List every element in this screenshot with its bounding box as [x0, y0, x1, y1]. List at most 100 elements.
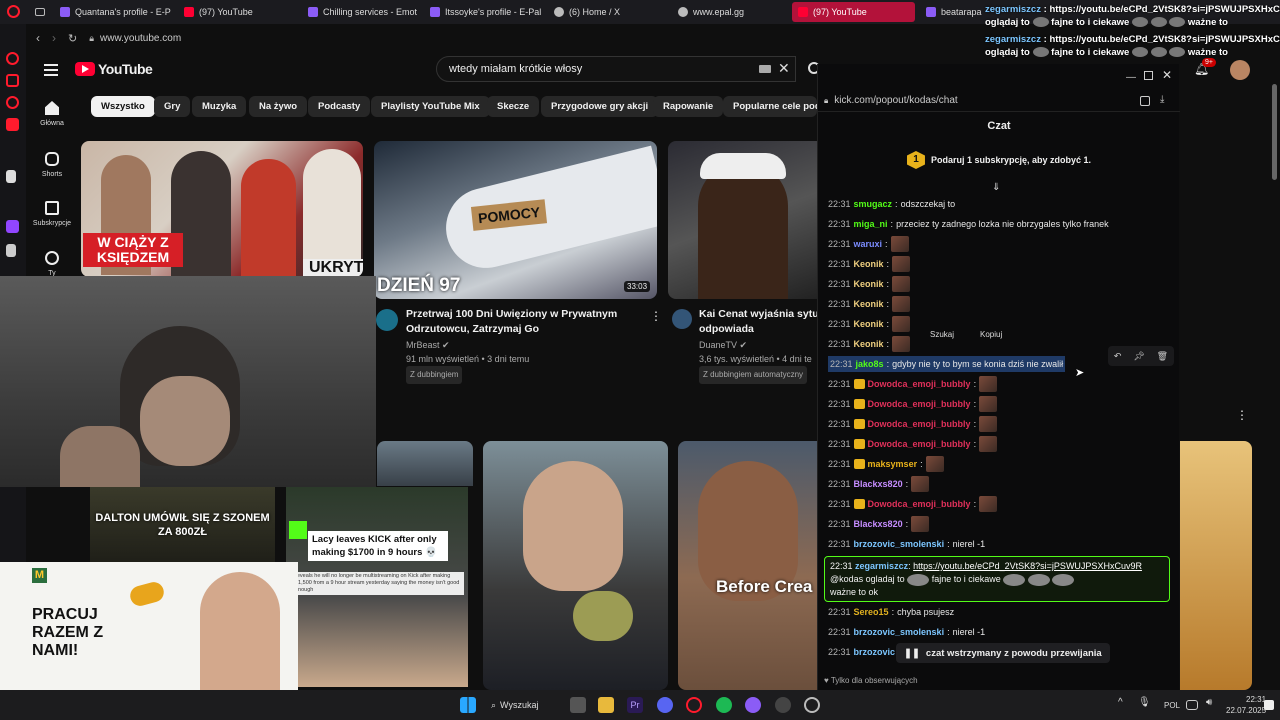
video-thumbnail[interactable]	[483, 441, 668, 690]
message-user[interactable]: brzozovic_smolenski	[854, 627, 945, 637]
keyboard-icon[interactable]	[759, 65, 771, 73]
instagram-icon[interactable]	[6, 74, 19, 87]
message-user[interactable]: Blackxs820	[854, 519, 903, 529]
twitch-icon[interactable]	[6, 220, 19, 233]
browser-tab[interactable]: www.epal.gg	[672, 2, 790, 22]
nav-shorts[interactable]: Shorts	[30, 152, 74, 178]
chat-message[interactable]: 22:31 brzozovic_smolenski: nierel -1	[828, 624, 985, 640]
x-icon[interactable]	[6, 244, 16, 257]
download-icon[interactable]: ⤓	[1160, 94, 1164, 105]
message-user[interactable]: Blackxs820	[854, 479, 903, 489]
forward-icon[interactable]: ›	[52, 31, 56, 45]
message-user[interactable]: Keonik	[854, 319, 884, 329]
tray-chevron-icon[interactable]: ^	[1118, 697, 1134, 713]
video-thumbnail[interactable]	[668, 141, 817, 299]
chat-message[interactable]: 22:31 jako8s: gdyby nie ty to bym se konia…	[828, 356, 1066, 372]
video-thumbnail[interactable]: W CIĄŻY Z KSIĘDZEM UKRYTA	[81, 141, 363, 277]
chat-message[interactable]: 22:31 brzozovic_smolenski: nierel -1	[828, 536, 985, 552]
chip[interactable]: Skecze	[487, 96, 540, 117]
chat-message[interactable]: 22:31 Dowodca_emoji_bubbly:	[828, 496, 998, 512]
nav-home[interactable]: Główna	[30, 101, 74, 127]
chip[interactable]: Muzyka	[192, 96, 247, 117]
message-user[interactable]: jako8s	[856, 359, 884, 369]
browser-tab[interactable]: Itssoyke's profile - E-Pal	[424, 2, 542, 22]
opera-logo-icon[interactable]	[7, 5, 20, 18]
message-user[interactable]: brzozovic	[854, 647, 896, 657]
taskbar-search[interactable]: ⌕ Wyszukaj	[491, 696, 538, 714]
browser-tab[interactable]: Chilling services - Emot	[302, 2, 420, 22]
browser-tab[interactable]: (97) YouTube	[178, 2, 296, 22]
browser-tab[interactable]: (6) Home / X	[548, 2, 666, 22]
channel-name[interactable]: MrBeast ✔	[406, 338, 529, 352]
chip[interactable]: Playlisty YouTube Mix	[371, 96, 490, 117]
browser-tab-active[interactable]: (97) YouTube	[792, 2, 915, 22]
video-thumbnail[interactable]: DALTON UMÓWIŁ SIĘ Z SZONEM ZA 800ZŁ	[90, 487, 275, 563]
message-link[interactable]: https://youtu.be/eCPd_2VtSK8?si=jPSWUJPS…	[913, 561, 1142, 571]
chat-message[interactable]: 22:31 Keonik:	[828, 296, 911, 312]
chat-message[interactable]: 22:31 Keonik:	[828, 256, 911, 272]
channel-avatar[interactable]	[672, 309, 692, 329]
message-user[interactable]: waruxi	[854, 239, 883, 249]
message-user[interactable]: Dowodca_emoji_bubbly	[868, 419, 971, 429]
chip-all[interactable]: Wszystko	[91, 96, 155, 117]
chip[interactable]: Na żywo	[249, 96, 308, 117]
chat-message[interactable]: 22:31 Dowodca_emoji_bubbly:	[828, 436, 998, 452]
message-user[interactable]: Dowodca_emoji_bubbly	[868, 379, 971, 389]
message-user[interactable]: Keonik	[854, 279, 884, 289]
video-title[interactable]: Przetrwaj 100 Dni Uwięziony w Prywatnym …	[406, 307, 646, 337]
volume-icon[interactable]: 🔊︎	[1206, 697, 1222, 713]
delete-icon[interactable]: 🗑︎	[1157, 351, 1168, 362]
messenger-icon[interactable]	[6, 52, 19, 65]
browser-tab[interactable]: Quantana's profile - E-P	[54, 2, 172, 22]
chat-message[interactable]: 22:31 Keonik:	[828, 336, 911, 352]
premiere-icon[interactable]: Pr	[627, 697, 643, 713]
video-thumbnail-partial[interactable]	[1180, 441, 1252, 690]
chat-message[interactable]: 22:31brzozovic:	[828, 644, 901, 660]
chat-message[interactable]: 22:31 maksymser:	[828, 456, 944, 472]
chip[interactable]: Przygodowe gry akcji	[541, 96, 659, 117]
chat-paused-banner[interactable]: ❚❚ czat wstrzymany z powodu przewijania	[896, 643, 1110, 663]
message-user[interactable]: Sereo15	[854, 607, 889, 617]
video-thumbnail[interactable]: Lacy leaves KICK after only making $1700…	[286, 487, 468, 687]
tab-menu-icon[interactable]	[35, 8, 45, 16]
pin-icon[interactable]: 📌︎	[1133, 351, 1144, 362]
message-user[interactable]: miga_ni	[854, 219, 888, 229]
message-user[interactable]: zegarmiszcz	[855, 561, 908, 571]
back-icon[interactable]: ‹	[36, 31, 40, 45]
message-user[interactable]: brzozovic_smolenski	[854, 539, 945, 549]
kick-icon[interactable]	[6, 170, 16, 183]
chip[interactable]: Gry	[154, 96, 191, 117]
microphone-icon[interactable]: 🎙︎	[1138, 697, 1154, 713]
message-user[interactable]: smugacz	[854, 199, 893, 209]
browser-tab[interactable]: beatarapalsk	[920, 2, 982, 22]
network-icon[interactable]	[1186, 700, 1198, 710]
context-search[interactable]: Szukaj	[930, 330, 954, 339]
message-user[interactable]: Dowodca_emoji_bubbly	[868, 399, 971, 409]
extension-icon[interactable]	[1140, 96, 1150, 106]
nav-you[interactable]: Ty	[30, 251, 74, 277]
app-icon[interactable]	[804, 697, 820, 713]
windows-start-icon[interactable]	[460, 697, 476, 713]
chat-message[interactable]: 22:31 miga_ni: przeciez ty zadnego lozka n…	[828, 216, 1109, 232]
minimize-icon[interactable]: —	[1126, 72, 1136, 83]
nav-subscriptions[interactable]: Subskrypcje	[30, 201, 74, 227]
message-user[interactable]: Keonik	[854, 339, 884, 349]
aria-icon[interactable]	[6, 96, 19, 109]
task-view-icon[interactable]	[570, 697, 586, 713]
video-thumbnail[interactable]: POMOCY DZIEŃ 97 33:03	[374, 141, 657, 299]
reload-icon[interactable]: ↻	[68, 32, 77, 45]
app-icon[interactable]	[745, 697, 761, 713]
avatar[interactable]	[1230, 60, 1250, 80]
message-user[interactable]: maksymser	[868, 459, 918, 469]
chip[interactable]: Popularne cele pod	[723, 96, 817, 117]
message-user[interactable]: Dowodca_emoji_bubbly	[868, 499, 971, 509]
video-thumbnail[interactable]: Before Crea	[678, 441, 817, 690]
popout-url[interactable]: kick.com/popout/kodas/chat	[834, 95, 957, 106]
chat-message[interactable]: 22:31 Dowodca_emoji_bubbly:	[828, 376, 998, 392]
chat-message[interactable]: 22:31 Blackxs820:	[828, 516, 930, 532]
chat-message[interactable]: 22:31 waruxi:	[828, 236, 909, 252]
channel-avatar[interactable]	[376, 309, 398, 331]
close-window-icon[interactable]: ✕	[1162, 68, 1172, 82]
chat-message[interactable]: 22:31 Blackxs820:	[828, 476, 930, 492]
language-indicator[interactable]: POL	[1164, 701, 1180, 710]
